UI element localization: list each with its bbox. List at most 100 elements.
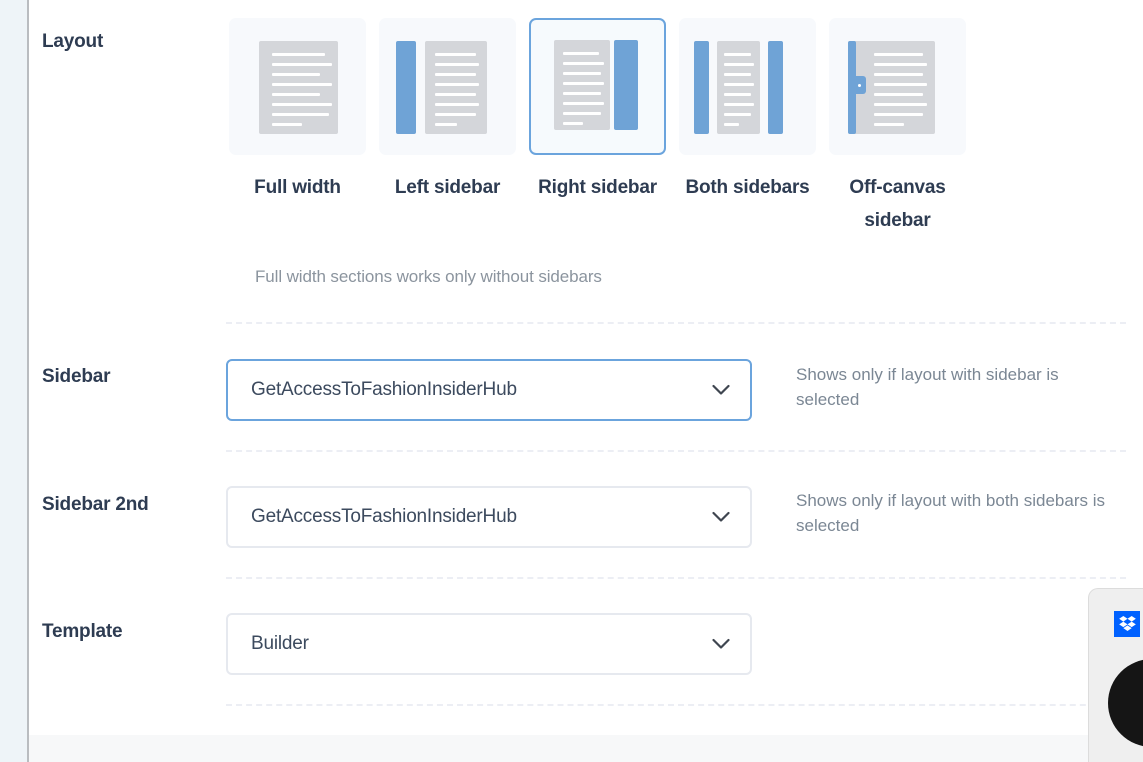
template-select[interactable]: Builder [226, 613, 752, 675]
doc-line [874, 113, 923, 116]
layout-thumb-right-sidebar[interactable] [529, 18, 666, 155]
doc-line [435, 63, 479, 66]
sidebar2nd-row-label: Sidebar 2nd [42, 494, 149, 515]
doc-line [874, 93, 923, 96]
doc-line [272, 93, 320, 96]
layout-options: Full width Left sidebar Right sidebar Bo… [226, 18, 1136, 248]
doc-block [425, 41, 487, 134]
doc-line [563, 112, 601, 115]
template-row-label: Template [42, 621, 123, 642]
layout-option-label: Full width [254, 177, 341, 198]
sidebar-row-label: Sidebar [42, 366, 111, 387]
doc-line [724, 83, 754, 86]
sidebar-block [396, 41, 416, 134]
doc-line [272, 83, 332, 86]
chevron-down-icon [712, 638, 730, 649]
layout-note: Full width sections works only without s… [255, 267, 602, 286]
doc-line [435, 93, 476, 96]
thumb-graphic-right-sidebar [531, 20, 664, 153]
sidebar-block-right [768, 41, 783, 134]
doc-line [874, 103, 927, 106]
doc-line [563, 102, 604, 105]
doc-line [724, 53, 751, 56]
doc-block [717, 41, 760, 134]
sidebar-select[interactable]: GetAccessToFashionInsiderHub [226, 359, 752, 421]
doc-line [563, 72, 601, 75]
layout-option-off-canvas[interactable]: Off-canvas sidebar [826, 18, 969, 237]
doc-line [435, 53, 476, 56]
layout-option-label: Left sidebar [394, 177, 501, 198]
doc-line [724, 123, 739, 126]
layout-option-label: Both sidebars [685, 177, 810, 198]
sidebar-row: Sidebar GetAccessToFashionInsiderHub Sho… [29, 322, 1143, 450]
layout-option-full-width[interactable]: Full width [226, 18, 369, 204]
doc-line [724, 103, 754, 106]
doc-line [563, 52, 599, 55]
doc-line [563, 92, 601, 95]
layout-option-both-sidebars[interactable]: Both sidebars [676, 18, 819, 204]
footer-strip [29, 735, 1143, 762]
doc-block [554, 40, 610, 130]
doc-line [724, 73, 751, 76]
off-canvas-sidebar-block [848, 41, 856, 134]
doc-block [259, 41, 338, 134]
chevron-down-icon [712, 384, 730, 395]
doc-line [874, 83, 927, 86]
layout-option-left-sidebar[interactable]: Left sidebar [376, 18, 519, 204]
sidebar2nd-row-help: Shows only if layout with both sidebars … [796, 491, 1105, 535]
doc-line [874, 73, 923, 76]
doc-line [272, 113, 329, 116]
sidebar2nd-select-value: GetAccessToFashionInsiderHub [251, 506, 517, 527]
layout-thumb-both-sidebars[interactable] [679, 18, 816, 155]
doc-line [874, 63, 927, 66]
template-row: Template Builder [29, 577, 1143, 704]
floating-widget[interactable] [1088, 588, 1143, 762]
sidebar-select-value: GetAccessToFashionInsiderHub [251, 379, 517, 400]
doc-line [272, 103, 332, 106]
sidebar2nd-select[interactable]: GetAccessToFashionInsiderHub [226, 486, 752, 548]
doc-line [563, 82, 604, 85]
doc-line [874, 123, 904, 126]
settings-screen: Layout Full width Left sidebar Right sid… [0, 0, 1143, 762]
thumb-graphic-both-sidebars [681, 20, 814, 153]
template-select-value: Builder [251, 633, 309, 654]
settings-panel: Layout Full width Left sidebar Right sid… [29, 0, 1143, 735]
doc-line [874, 53, 923, 56]
thumb-graphic-left-sidebar [381, 20, 514, 153]
layout-row: Layout Full width Left sidebar Right sid… [29, 0, 1143, 300]
doc-line [272, 123, 302, 126]
black-circle-badge[interactable] [1108, 659, 1143, 747]
doc-line [435, 113, 476, 116]
doc-line [435, 123, 457, 126]
doc-line [563, 62, 604, 65]
sidebar-block-left [694, 41, 709, 134]
sidebar-block [614, 40, 638, 130]
dropbox-icon[interactable] [1114, 611, 1140, 637]
off-canvas-handle-dot [858, 84, 861, 87]
sidebar-row-help: Shows only if layout with sidebar is sel… [796, 365, 1059, 409]
layout-option-label: Right sidebar [538, 177, 657, 198]
doc-line [724, 113, 751, 116]
doc-line [435, 73, 476, 76]
chevron-down-icon [712, 511, 730, 522]
left-page-rail [0, 0, 27, 762]
thumb-graphic-off-canvas [831, 20, 964, 153]
thumb-graphic-full-width [231, 20, 364, 153]
layout-thumb-off-canvas[interactable] [829, 18, 966, 155]
layout-row-label: Layout [42, 31, 104, 52]
doc-line [563, 122, 583, 125]
layout-thumb-full-width[interactable] [229, 18, 366, 155]
dropbox-glyph [1118, 616, 1136, 631]
layout-option-label: Off-canvas sidebar [849, 177, 946, 231]
doc-line [435, 83, 479, 86]
doc-line [724, 63, 754, 66]
doc-line [272, 53, 325, 56]
doc-line [435, 103, 479, 106]
layout-option-right-sidebar[interactable]: Right sidebar [526, 18, 669, 204]
divider-after-template [226, 704, 1126, 706]
doc-line [272, 73, 320, 76]
doc-line [272, 63, 332, 66]
doc-line [724, 93, 751, 96]
layout-thumb-left-sidebar[interactable] [379, 18, 516, 155]
sidebar2nd-row: Sidebar 2nd GetAccessToFashionInsiderHub… [29, 450, 1143, 577]
